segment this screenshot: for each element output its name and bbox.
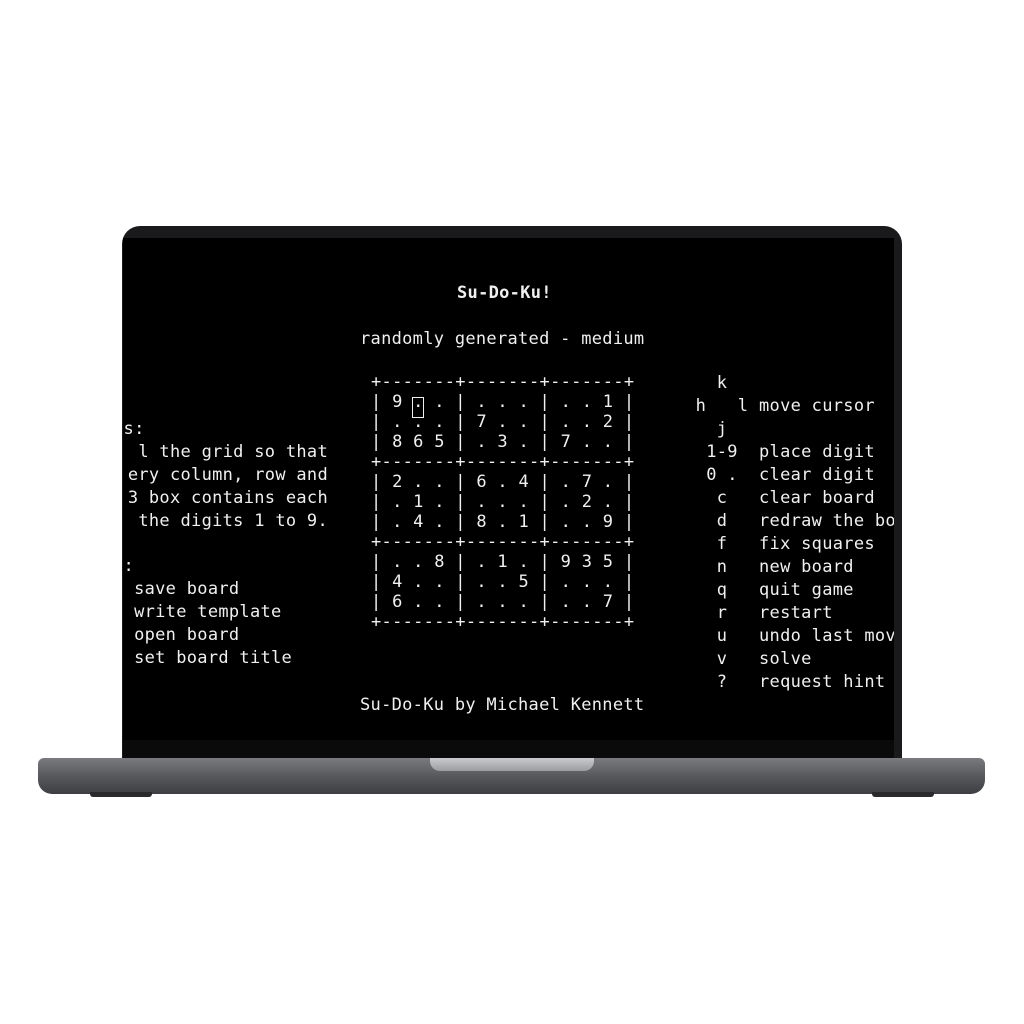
key-label: d xyxy=(716,511,728,531)
key-desc: redraw the bo xyxy=(759,511,894,531)
key-desc: quit game xyxy=(759,580,854,600)
laptop-foot xyxy=(90,792,152,797)
key-label: k xyxy=(716,373,728,393)
footer-credit: Su-Do-Ku by Michael Kennett xyxy=(360,695,645,715)
key-desc: move cursor xyxy=(759,396,875,416)
file-help: e: save board write template open board … xyxy=(123,555,292,670)
sudoku-grid[interactable]: +-------+-------+-------+ | 9 . . | . . … xyxy=(371,372,634,632)
key-label: 1-9 xyxy=(706,442,738,462)
key-desc: place digit xyxy=(759,442,875,462)
terminal-screen: Su-Do-Ku! randomly generated - medium +-… xyxy=(123,238,894,740)
key-label: r xyxy=(716,603,728,623)
laptop-foot xyxy=(872,792,934,797)
key-label: h l xyxy=(695,396,749,416)
file-command: write template xyxy=(123,602,282,622)
lid-opening-notch xyxy=(430,758,594,771)
files-header: e: xyxy=(123,556,135,576)
key-desc: new board xyxy=(759,557,854,577)
key-label: q xyxy=(716,580,728,600)
key-desc: clear digit xyxy=(759,465,875,485)
key-label: v xyxy=(716,649,728,669)
key-label: 0 . xyxy=(706,465,738,485)
key-desc: clear board xyxy=(759,488,875,508)
grid-cursor xyxy=(412,397,424,418)
screen-bezel-bottom xyxy=(123,740,894,758)
rules-line: es: xyxy=(123,419,145,439)
key-label: u xyxy=(716,626,728,646)
page-title: Su-Do-Ku! xyxy=(457,283,552,303)
rules-line: 3 box contains each xyxy=(127,488,328,508)
file-command: set board title xyxy=(123,648,293,668)
key-label: j xyxy=(716,419,728,439)
rules-line: ery column, row and xyxy=(127,465,328,485)
key-label: f xyxy=(716,534,728,554)
rules-help: es: l the grid so that ery column, row a… xyxy=(123,418,328,533)
file-command: save board xyxy=(123,579,240,599)
key-desc: solve xyxy=(759,649,812,669)
subtitle: randomly generated - medium xyxy=(360,329,645,349)
key-desc: request hint xyxy=(759,672,886,692)
file-command: open board xyxy=(123,625,240,645)
key-desc: fix squares xyxy=(759,534,875,554)
rules-line: l the grid so that xyxy=(138,442,328,462)
key-desc: undo last mov xyxy=(759,626,894,646)
rules-line: the digits 1 to 9. xyxy=(127,511,328,531)
key-label: ? xyxy=(716,672,728,692)
key-desc: restart xyxy=(759,603,833,623)
key-label: c xyxy=(716,488,728,508)
key-label: n xyxy=(716,557,728,577)
